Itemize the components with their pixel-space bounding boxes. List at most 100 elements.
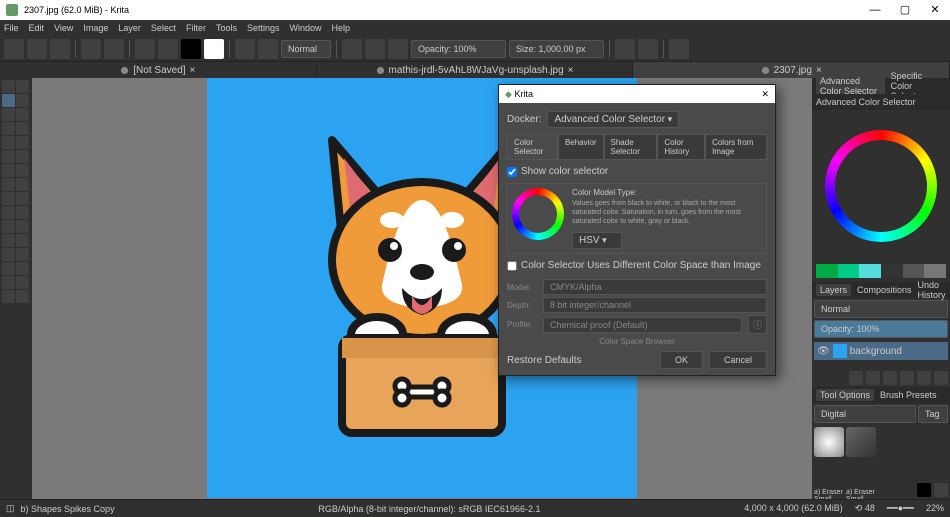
menu-edit[interactable]: Edit <box>29 23 45 33</box>
shade-strip[interactable] <box>816 264 946 280</box>
tab-unsaved[interactable]: [Not Saved]× <box>0 62 317 78</box>
ellipse-tool[interactable] <box>16 108 29 121</box>
menu-view[interactable]: View <box>54 23 73 33</box>
mirror-h[interactable] <box>615 39 635 59</box>
dialog-close[interactable]: ✕ <box>761 89 769 100</box>
ok-button[interactable]: OK <box>660 351 703 369</box>
transform-tool[interactable] <box>16 80 29 93</box>
model-select[interactable]: CMYK/Alpha <box>543 279 767 295</box>
cancel-button[interactable]: Cancel <box>709 351 767 369</box>
tag-filter[interactable]: Tag <box>918 405 948 423</box>
open-button[interactable] <box>27 39 47 59</box>
gradient-tool[interactable] <box>2 178 15 191</box>
mirror-v[interactable] <box>638 39 658 59</box>
sel-contig-tool[interactable] <box>2 262 15 275</box>
menu-settings[interactable]: Settings <box>247 23 280 33</box>
sel-similar-tool[interactable] <box>16 262 29 275</box>
measure-tool[interactable] <box>16 206 29 219</box>
opacity-field[interactable]: Opacity: 100% <box>411 40 506 58</box>
profile-info[interactable]: ⓘ <box>748 315 767 334</box>
close-button[interactable]: ✕ <box>920 0 950 20</box>
brush-preset[interactable] <box>235 39 255 59</box>
undo-tab[interactable]: Undo History <box>918 280 946 300</box>
menu-file[interactable]: File <box>4 23 19 33</box>
new-button[interactable] <box>4 39 24 59</box>
hsv-select[interactable]: HSV ▾ <box>572 232 622 249</box>
diff-cs-check[interactable]: Color Selector Uses Different Color Spac… <box>507 260 767 271</box>
restore-defaults[interactable]: Restore Defaults <box>507 355 581 366</box>
move-down[interactable] <box>900 371 914 385</box>
preset-1[interactable] <box>814 427 844 457</box>
tab-colorselector[interactable]: Color Selector <box>507 134 558 159</box>
ref-tool[interactable] <box>2 220 15 233</box>
preset-2[interactable] <box>846 427 876 457</box>
brush-ed[interactable] <box>258 39 278 59</box>
storage[interactable] <box>934 483 948 497</box>
alpha-lock[interactable] <box>365 39 385 59</box>
layer-row[interactable]: 👁 background <box>814 342 948 360</box>
sel-rect-tool[interactable] <box>2 234 15 247</box>
preset-filter[interactable]: Digital <box>814 405 916 423</box>
dup-layer[interactable] <box>866 371 880 385</box>
show-cs-check[interactable]: Show color selector <box>507 166 767 177</box>
size-field[interactable]: Size: 1,000.00 px <box>509 40 604 58</box>
pan-tool[interactable] <box>16 290 29 303</box>
polygon-tool[interactable] <box>2 122 15 135</box>
brush-tool[interactable] <box>2 94 15 107</box>
cs-browser[interactable]: Color Space Browser <box>507 337 767 346</box>
polyline-tool[interactable] <box>16 122 29 135</box>
move-up[interactable] <box>883 371 897 385</box>
edit-tool[interactable] <box>2 164 15 177</box>
comp-tab[interactable]: Compositions <box>857 285 912 295</box>
bezier-tool[interactable] <box>2 136 15 149</box>
menu-layer[interactable]: Layer <box>118 23 141 33</box>
redo-button[interactable] <box>104 39 124 59</box>
depth-select[interactable]: 8 bit integer/channel <box>543 297 767 313</box>
move-tool[interactable] <box>2 80 15 93</box>
multi-tool[interactable] <box>16 150 29 163</box>
toolopt-tab[interactable]: Tool Options <box>816 389 874 401</box>
props[interactable] <box>917 371 931 385</box>
color-picker-tool[interactable] <box>2 192 15 205</box>
line-tool[interactable] <box>16 94 29 107</box>
menu-help[interactable]: Help <box>332 23 351 33</box>
sel-free-tool[interactable] <box>16 248 29 261</box>
gradient-button[interactable] <box>135 39 155 59</box>
maximize-button[interactable]: ▢ <box>890 0 920 20</box>
tab-behavior[interactable]: Behavior <box>558 134 604 159</box>
docker-select[interactable]: Advanced Color Selector ▾ <box>547 111 679 128</box>
layer-opacity[interactable]: Opacity: 100% <box>814 320 948 338</box>
fill-tool[interactable] <box>16 192 29 205</box>
sel-magnet-tool[interactable] <box>16 276 29 289</box>
tab-unsplash[interactable]: mathis-jrdl-5vAhL8WJaVg-unsplash.jpg× <box>317 62 634 78</box>
visibility-icon[interactable]: 👁 <box>817 346 830 357</box>
layer-blend[interactable]: Normal <box>814 300 948 318</box>
dyna-tool[interactable] <box>2 150 15 163</box>
status-zoom[interactable]: 22% <box>926 503 944 514</box>
menu-select[interactable]: Select <box>151 23 176 33</box>
bg-color[interactable] <box>204 39 224 59</box>
fg-color[interactable] <box>181 39 201 59</box>
save-button[interactable] <box>50 39 70 59</box>
eraser-toggle[interactable] <box>342 39 362 59</box>
brushp-tab[interactable]: Brush Presets <box>880 390 937 400</box>
profile-select[interactable]: Chemical proof (Default) <box>543 317 742 333</box>
rect-tool[interactable] <box>2 108 15 121</box>
angle-icon[interactable]: ⟲ 48 <box>855 503 875 514</box>
del-layer[interactable] <box>934 371 948 385</box>
pattern-button[interactable] <box>158 39 178 59</box>
menu-filter[interactable]: Filter <box>186 23 206 33</box>
fg-swatch[interactable] <box>917 483 931 497</box>
menu-window[interactable]: Window <box>289 23 321 33</box>
menu-tools[interactable]: Tools <box>216 23 237 33</box>
pattern-tool[interactable] <box>16 178 29 191</box>
minimize-button[interactable]: — <box>860 0 890 20</box>
blend-mode[interactable]: Normal <box>281 40 331 58</box>
tab-fromimage[interactable]: Colors from Image <box>705 134 767 159</box>
menu-image[interactable]: Image <box>83 23 108 33</box>
sel-bezier-tool[interactable] <box>2 276 15 289</box>
mini-wheel[interactable] <box>512 188 564 240</box>
sel-ellipse-tool[interactable] <box>16 234 29 247</box>
undo-button[interactable] <box>81 39 101 59</box>
crop-tool[interactable] <box>16 220 29 233</box>
